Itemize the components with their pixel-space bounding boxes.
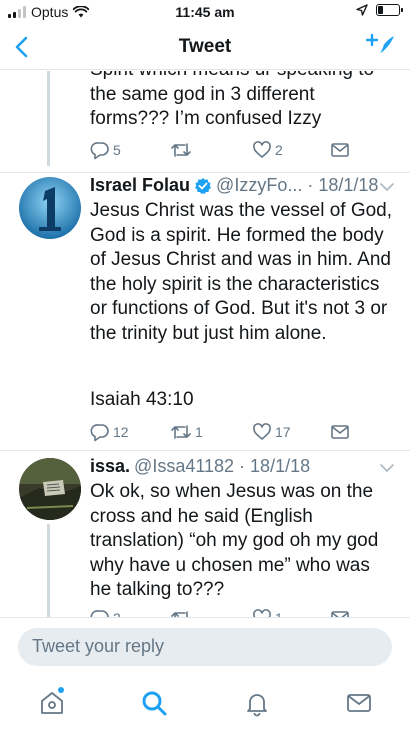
- mail-icon: [331, 425, 349, 439]
- status-time: 11:45 am: [175, 4, 235, 20]
- search-icon[interactable]: [140, 689, 168, 717]
- chevron-down-icon[interactable]: [380, 463, 394, 473]
- compose-tweet-icon[interactable]: [366, 32, 396, 62]
- notifications-icon[interactable]: [243, 689, 271, 717]
- reply-count: 12: [113, 424, 129, 440]
- tweet-text: Ok ok, so when Jesus was on the cross an…: [90, 481, 379, 601]
- reply-button[interactable]: 12: [90, 422, 129, 442]
- avatar-image: [19, 458, 81, 520]
- handle-and-date: @Issa41182 · 18/1/18: [134, 456, 311, 476]
- reply-icon: [90, 610, 109, 617]
- share-button[interactable]: [330, 140, 350, 160]
- retweet-icon: [171, 425, 191, 439]
- notification-dot: [58, 687, 64, 693]
- tweet-actions: 2 1: [90, 608, 360, 617]
- status-right: [356, 4, 403, 16]
- avatar[interactable]: [19, 177, 81, 239]
- previous-tweet-body: the same god in 3 different forms??? I’m…: [90, 83, 322, 130]
- tweet-thread[interactable]: Spirit which means ur speaking to the sa…: [0, 71, 410, 617]
- heart-icon: [253, 141, 271, 158]
- page-title: Tweet: [178, 36, 232, 57]
- tweet-header: issa. @Issa41182 · 18/1/18: [90, 456, 395, 477]
- reply-button[interactable]: 2: [90, 608, 121, 617]
- reply-count: 2: [113, 610, 121, 617]
- like-count: 2: [275, 142, 283, 158]
- like-button[interactable]: 1: [252, 608, 283, 617]
- divider: [0, 172, 410, 173]
- thread-line: [47, 524, 50, 617]
- mail-icon: [331, 611, 349, 617]
- reply-icon: [90, 142, 109, 160]
- retweet-count: 1: [195, 424, 203, 440]
- divider: [0, 450, 410, 451]
- reply-input[interactable]: Tweet your reply: [18, 628, 392, 666]
- like-count: 1: [275, 610, 283, 617]
- retweet-button[interactable]: [170, 608, 195, 617]
- previous-tweet-cut-line: Spirit which means ur speaking to: [90, 71, 395, 83]
- tab-bar: [0, 677, 410, 729]
- retweet-icon: [171, 611, 188, 617]
- location-arrow-icon: [356, 4, 368, 16]
- messages-icon[interactable]: [345, 689, 373, 717]
- share-button[interactable]: [330, 608, 350, 617]
- avatar-image: [19, 177, 81, 239]
- like-count: 17: [275, 424, 291, 440]
- retweet-button[interactable]: 1: [170, 422, 203, 442]
- share-button[interactable]: [330, 422, 350, 442]
- display-name[interactable]: issa.: [90, 456, 130, 477]
- handle-and-date: @IzzyFo... · 18/1/18: [216, 175, 379, 195]
- reply-bar: Tweet your reply: [0, 617, 410, 677]
- previous-tweet-text: Spirit which means ur speaking to the sa…: [90, 71, 395, 132]
- avatar[interactable]: [19, 458, 81, 520]
- tweet-header: Israel Folau @IzzyFo... · 18/1/18: [90, 175, 395, 196]
- heart-icon: [253, 609, 271, 617]
- home-icon[interactable]: [38, 689, 66, 717]
- retweet-icon: [171, 143, 191, 157]
- nav-bar: Tweet: [0, 24, 410, 70]
- tweet-actions: 12 1 17: [90, 422, 360, 444]
- chevron-down-icon[interactable]: [380, 182, 394, 192]
- reply-count: 5: [113, 142, 121, 158]
- mail-icon: [331, 143, 349, 157]
- retweet-button[interactable]: [170, 140, 195, 160]
- battery-icon: [376, 4, 403, 16]
- tweet-text-line2: Isaiah 43:10: [90, 389, 194, 410]
- tweet-text: Jesus Christ was the vessel of God, God …: [90, 200, 393, 344]
- previous-tweet-actions: 5 2: [90, 140, 360, 162]
- like-button[interactable]: 17: [252, 422, 291, 442]
- heart-icon: [253, 423, 271, 440]
- reply-icon: [90, 424, 109, 442]
- reply-button[interactable]: 5: [90, 140, 121, 160]
- thread-line: [47, 71, 50, 166]
- verified-badge-icon: [195, 177, 212, 194]
- display-name[interactable]: Israel Folau: [90, 175, 190, 196]
- like-button[interactable]: 2: [252, 140, 283, 160]
- status-bar: Optus 11:45 am: [0, 0, 410, 24]
